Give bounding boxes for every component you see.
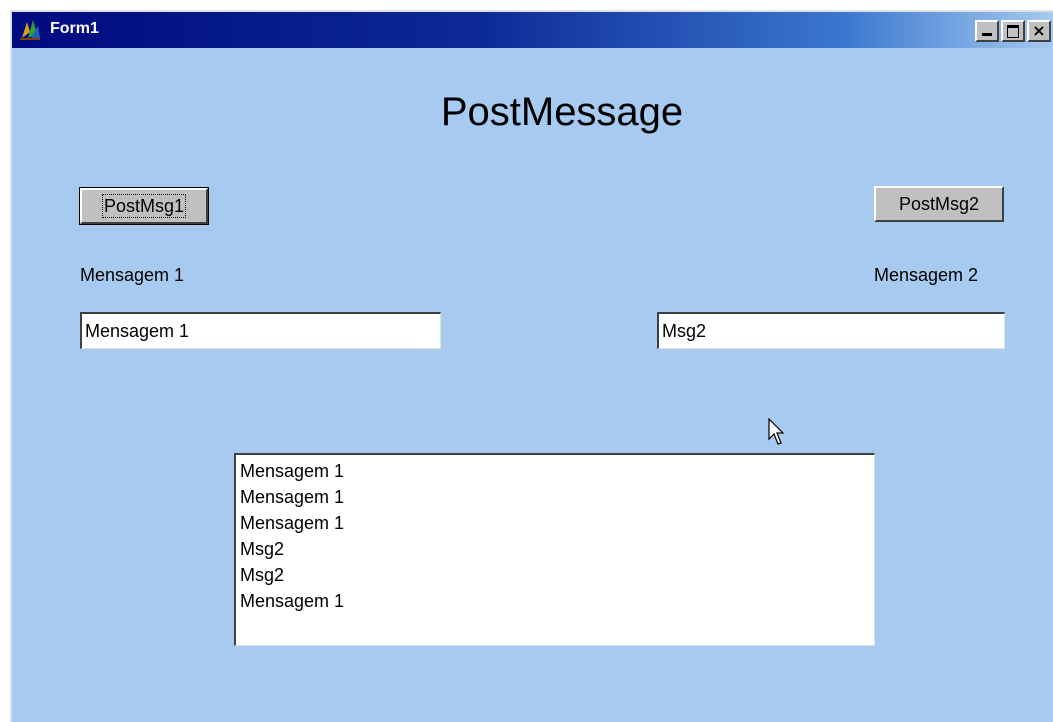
listbox-item[interactable]: Msg2	[240, 562, 874, 588]
window-title: Form1	[50, 20, 99, 37]
mensagem2-label: Mensagem 2	[874, 265, 979, 285]
message1-input[interactable]	[80, 312, 441, 349]
listbox-item[interactable]: Mensagem 1	[240, 458, 874, 484]
close-icon[interactable]: ×	[1027, 20, 1051, 42]
listbox-item[interactable]: Msg2	[240, 536, 874, 562]
title-bar[interactable]: Form1 ×	[12, 12, 1053, 48]
form1-window: Form1 × PostMessage PostMsg1 PostMsg2 Me…	[10, 10, 1053, 722]
mensagem1-label: Mensagem 1	[80, 265, 185, 285]
message2-input[interactable]	[657, 312, 1005, 349]
maximize-icon[interactable]	[1001, 20, 1025, 42]
listbox-item[interactable]: Mensagem 1	[240, 484, 874, 510]
page-title: PostMessage	[440, 90, 684, 134]
minimize-icon[interactable]	[975, 20, 999, 42]
listbox-item[interactable]: Mensagem 1	[240, 510, 874, 536]
postmsg1-button[interactable]: PostMsg1	[79, 187, 209, 225]
caption-buttons: ×	[975, 20, 1051, 42]
mouse-pointer-icon	[768, 418, 785, 445]
messages-listbox[interactable]: Mensagem 1 Mensagem 1 Mensagem 1 Msg2 Msg2 Me…	[234, 453, 875, 646]
listbox-item[interactable]: Mensagem 1	[240, 588, 874, 614]
app-icon[interactable]	[18, 18, 42, 42]
postmsg2-button-label: PostMsg2	[898, 193, 980, 214]
postmsg2-button[interactable]: PostMsg2	[874, 186, 1004, 222]
postmsg1-button-label: PostMsg1	[101, 193, 187, 218]
